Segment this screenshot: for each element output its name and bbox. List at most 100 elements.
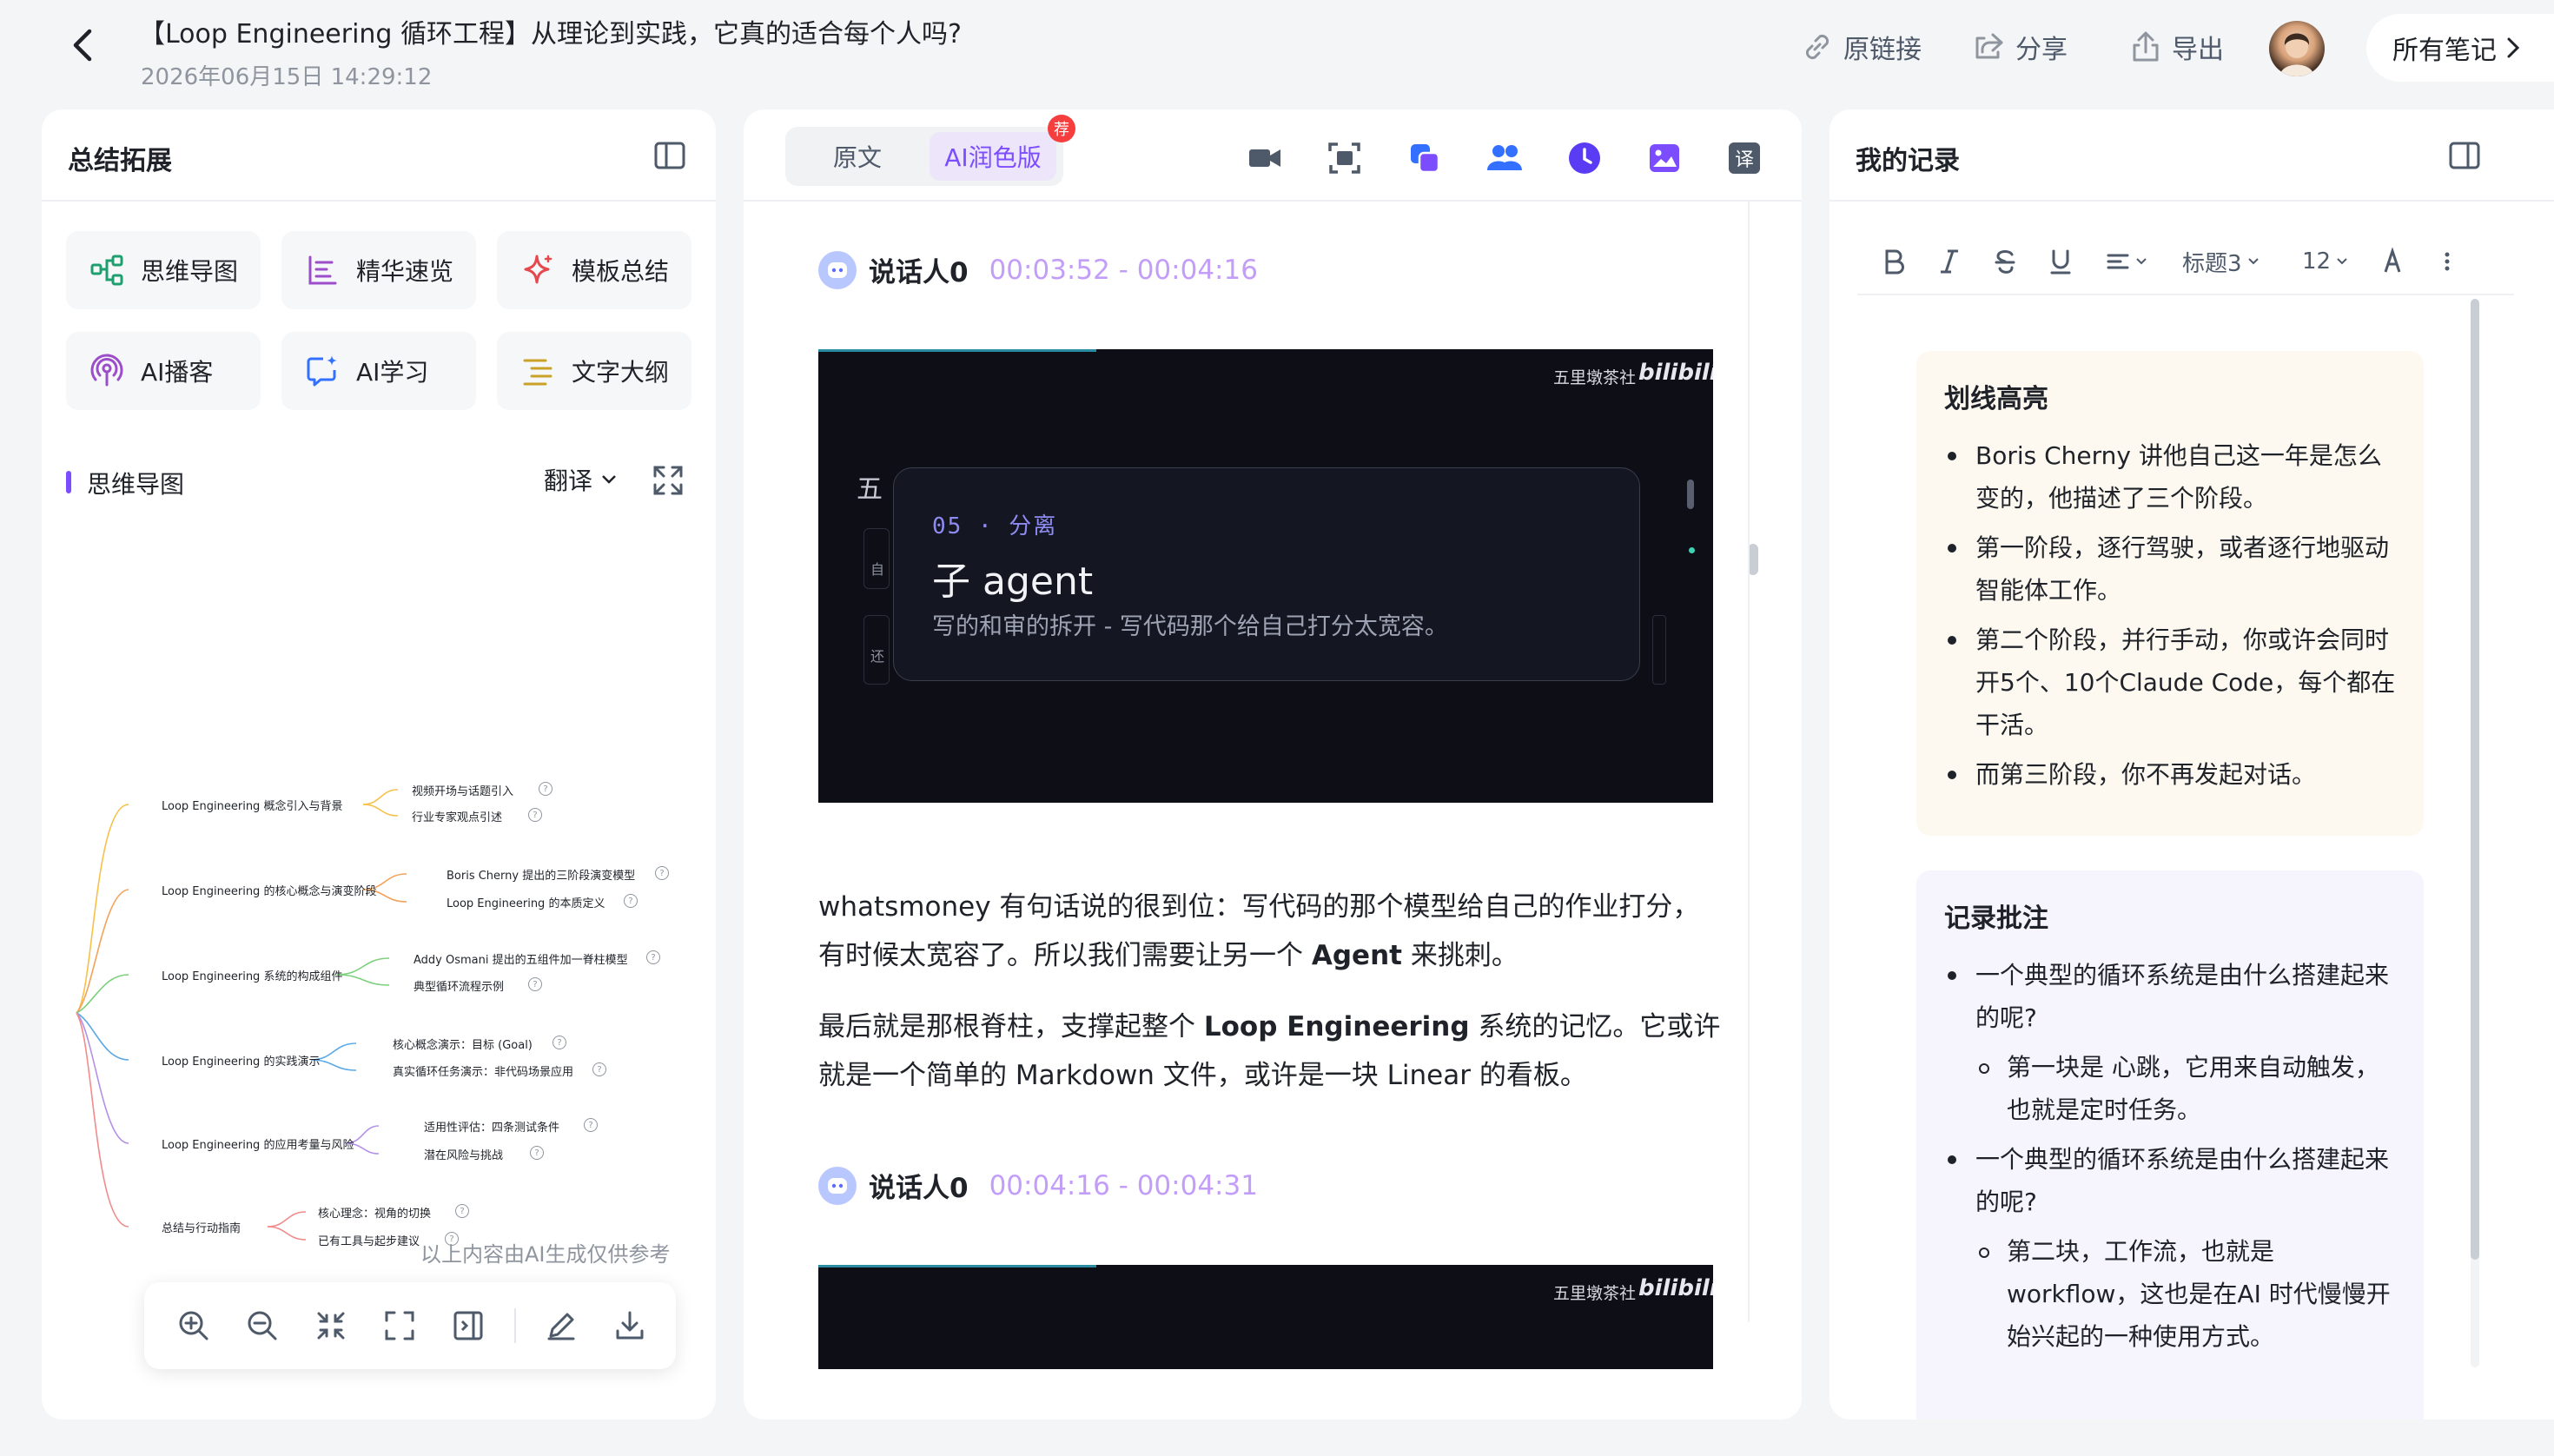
translate-button[interactable]: 译 [1725, 139, 1763, 177]
help-icon[interactable]: ? [530, 1146, 544, 1160]
help-icon[interactable]: ? [528, 977, 542, 991]
card-template-summary[interactable]: 模板总结 [497, 231, 691, 309]
speaker-avatar [818, 250, 857, 289]
help-icon[interactable]: ? [455, 1204, 469, 1218]
video-button[interactable] [1246, 139, 1284, 177]
highlights-title: 划线高亮 [1944, 384, 2048, 414]
help-icon[interactable]: ? [539, 782, 552, 796]
share-button[interactable]: 分享 [1972, 24, 2068, 69]
align-dropdown[interactable] [2106, 240, 2147, 283]
italic-button[interactable] [1937, 240, 1962, 283]
scroll-track [1748, 202, 1750, 1322]
collapse-notes-button[interactable] [2446, 137, 2483, 174]
help-icon[interactable]: ? [552, 1036, 566, 1049]
side-panel-button[interactable] [446, 1302, 492, 1349]
collapse-panel-button[interactable] [652, 137, 688, 174]
video-camera-icon [1249, 149, 1280, 167]
translate-label: 翻译 [544, 467, 593, 495]
card-podcast-label: AI播客 [141, 358, 214, 387]
mindmap-leaf: Boris Cherny 提出的三阶段演变模型 [447, 870, 636, 883]
chevron-down-icon [602, 475, 616, 484]
zoom-in-button[interactable] [170, 1302, 216, 1349]
video-frame[interactable]: 五里墩茶社 bilibili 五 自 还 05 · 分离 子 agent 写的和… [818, 349, 1713, 803]
help-icon[interactable]: ? [646, 950, 660, 964]
card-ai-learning[interactable]: AI学习 [281, 332, 476, 410]
more-button[interactable] [2443, 240, 2451, 283]
mindmap-leaf: 已有工具与起步建议 [318, 1235, 420, 1248]
video-frame[interactable]: 五里墩茶社 bilibili [818, 1265, 1713, 1369]
fit-screen-icon [385, 1311, 414, 1340]
copy-button[interactable] [1406, 139, 1444, 177]
transcript-paragraph: 最后就是那根脊柱，支撑起整个 Loop Engineering 系统的记忆。它或… [818, 1003, 1722, 1100]
expand-icon [653, 466, 683, 495]
history-button[interactable] [1565, 139, 1604, 177]
mindmap-connectors [76, 789, 407, 1241]
fullscreen-button[interactable] [650, 462, 686, 499]
download-button[interactable] [607, 1302, 653, 1349]
card-outline-label: 文字大纲 [572, 358, 670, 387]
mindmap-node: Loop Engineering 概念引入与背景 [162, 800, 343, 813]
image-button[interactable] [1645, 139, 1684, 177]
strikethrough-icon [1995, 250, 2015, 274]
chat-sparkle-icon [307, 355, 337, 387]
toolbar-divider [513, 1308, 516, 1343]
export-button[interactable]: 导出 [2128, 24, 2224, 69]
original-link-button[interactable]: 原链接 [1800, 24, 1922, 69]
translate-dropdown[interactable]: 翻译 [544, 462, 617, 497]
card-mindmap[interactable]: 思维导图 [66, 231, 261, 309]
underline-button[interactable] [2048, 240, 2073, 283]
screenshot-button[interactable] [1326, 139, 1364, 177]
mindmap-leaf: 潜在风险与挑战 [424, 1149, 504, 1162]
speaker-timestamp[interactable]: 00:03:52 - 00:04:16 [989, 255, 1258, 286]
mindmap-leaf: 视频开场与话题引入 [412, 785, 514, 798]
tab-original[interactable]: 原文 [792, 132, 923, 181]
card-text-outline[interactable]: 文字大纲 [497, 332, 691, 410]
edit-button[interactable] [539, 1302, 585, 1349]
font-size-value: 12 [2302, 248, 2332, 275]
download-icon [616, 1311, 644, 1340]
strikethrough-button[interactable] [1993, 240, 2017, 283]
help-icon[interactable]: ? [655, 866, 669, 880]
frame-card: 05 · 分离 子 agent 写的和审的拆开 - 写代码那个给自己打分太宽容。 [893, 467, 1640, 681]
speakers-button[interactable] [1485, 139, 1524, 177]
page-date: 2026年06月15日 14:29:12 [141, 64, 433, 90]
card-essence[interactable]: 精华速览 [281, 231, 476, 309]
speaker-timestamp[interactable]: 00:04:16 - 00:04:31 [989, 1170, 1258, 1201]
help-icon[interactable]: ? [528, 808, 542, 822]
more-vertical-icon [2445, 252, 2450, 271]
zoom-out-button[interactable] [239, 1302, 285, 1349]
screenshot-icon [1328, 142, 1360, 174]
paragraph-bold: Agent [1311, 940, 1402, 971]
annotation-subitem: 第一块是 心跳，它用来自动触发，也就是定时任务。 [1944, 1046, 2396, 1131]
all-notes-button[interactable]: 所有笔记 [2366, 14, 2554, 82]
all-notes-label: 所有笔记 [2392, 36, 2497, 66]
mindmap[interactable]: Loop Engineering 概念引入与背景 视频开场与话题引入 ? 行业专… [42, 631, 716, 1256]
card-template-label: 模板总结 [572, 257, 670, 286]
help-icon[interactable]: ? [624, 894, 638, 908]
pencil-icon [547, 1313, 575, 1340]
heading-dropdown[interactable]: 标题3 [2182, 240, 2260, 283]
font-size-dropdown[interactable]: 12 [2302, 240, 2348, 283]
notes-panel: 我的记录 标题3 12 划线高亮 Boris Cherny 讲他自己这一年是怎么… [1829, 109, 2554, 1420]
annotations-box: 记录批注 一个典型的循环系统是由什么搭建起来的呢? 第一块是 心跳，它用来自动触… [1916, 870, 2424, 1420]
mindmap-node: Loop Engineering 的应用考量与风险 [162, 1139, 354, 1152]
frame-watermark: 五里墩茶社 [1553, 368, 1637, 387]
back-button[interactable] [61, 23, 106, 68]
users-icon [1487, 145, 1522, 170]
mindmap-node: 总结与行动指南 [162, 1222, 242, 1235]
highlights-box: 划线高亮 Boris Cherny 讲他自己这一年是怎么变的，他描述了三个阶段。… [1916, 351, 2424, 836]
fit-screen-button[interactable] [376, 1302, 422, 1349]
help-icon[interactable]: ? [584, 1118, 598, 1132]
tab-ai-polished[interactable]: AI润色版 [930, 132, 1056, 181]
bold-button[interactable] [1882, 240, 1906, 283]
speaker-row: 说话人0 00:04:16 - 00:04:31 [818, 1166, 1258, 1205]
frame-progress [818, 1265, 1096, 1267]
avatar[interactable] [2269, 21, 2325, 76]
collapse-button[interactable] [308, 1302, 354, 1349]
notes-scrollbar-thumb[interactable] [2471, 299, 2479, 1260]
annotation-subitem: 第二块，工作流，也就是 workflow，这也是在AI 时代慢慢开始兴起的一种使… [1944, 1230, 2396, 1358]
card-learning-label: AI学习 [356, 358, 429, 387]
card-ai-podcast[interactable]: AI播客 [66, 332, 261, 410]
help-icon[interactable]: ? [592, 1062, 606, 1076]
font-color-button[interactable] [2380, 240, 2405, 283]
